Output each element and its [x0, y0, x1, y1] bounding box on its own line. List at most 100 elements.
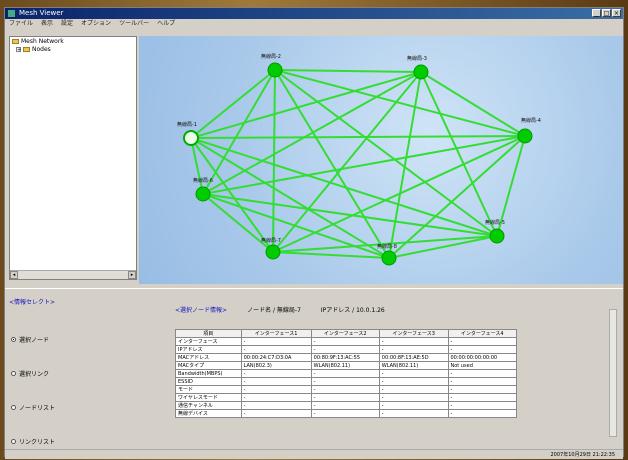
table-cell: 00:00:8F:13:AE:5D [378, 353, 449, 362]
node-label: 無線局-6 [193, 177, 213, 184]
link-edge[interactable] [274, 69, 422, 73]
radio-icon[interactable] [11, 371, 16, 376]
node-label: 無線局-8 [377, 243, 397, 250]
table-cell: - [240, 401, 312, 410]
table-cell: - [378, 401, 449, 410]
node-n1[interactable] [183, 130, 199, 146]
table-cell: - [378, 369, 449, 378]
node-label: 無線局-4 [521, 117, 541, 124]
radio-node-list[interactable]: ノードリスト [11, 403, 55, 412]
node-n2[interactable] [267, 62, 283, 78]
table-cell: Not used [447, 361, 517, 370]
table-row[interactable]: 通信チャンネル - - - - [175, 401, 517, 410]
radio-selected-node[interactable]: 選択ノード [11, 335, 49, 344]
link-edge[interactable] [190, 71, 422, 139]
table-row[interactable]: ワイヤレスモード - - - - [175, 393, 517, 402]
table-cell: - [240, 393, 312, 402]
table-cell: - [310, 345, 380, 354]
node-n8[interactable] [381, 250, 397, 266]
menu-settings[interactable]: 設定 [61, 19, 73, 29]
table-row[interactable]: インターフェース - - - - [175, 337, 517, 346]
node-label: 無線局-5 [485, 219, 505, 226]
node-n4[interactable] [517, 128, 533, 144]
table-row[interactable]: IPアドレス - - - - [175, 345, 517, 354]
tree-root[interactable]: Mesh Network [10, 37, 136, 45]
table-cell: - [310, 401, 380, 410]
menu-options[interactable]: オプション [81, 19, 111, 29]
link-edge[interactable] [388, 71, 422, 259]
table-cell: - [378, 393, 449, 402]
tree-child[interactable]: + Nodes [10, 45, 136, 53]
window-title: Mesh Viewer [19, 9, 64, 17]
node-n3[interactable] [413, 64, 429, 80]
info-section-title: <選択ノード情報> [175, 307, 228, 314]
link-edge[interactable] [274, 69, 498, 237]
tree-hscrollbar[interactable]: ◂ ▸ [10, 270, 136, 279]
table-row[interactable]: 無線デバイス - - - - [175, 409, 517, 418]
detail-panel: <情報セレクト> 選択ノード 選択リンク ノードリスト リンクリスト <選択ノー… [5, 288, 623, 459]
table-cell: - [240, 385, 312, 394]
interface-table: 項目 インターフェース1 インターフェース2 インターフェース3 インターフェース4 イ… [175, 329, 517, 418]
table-cell: - [447, 385, 517, 394]
radio-icon[interactable] [11, 405, 16, 410]
table-row[interactable]: Bandwidth(MBPS) - - - - [175, 369, 517, 378]
table-cell: 00:80:9F:13:AC:55 [310, 353, 380, 362]
node-n5[interactable] [489, 228, 505, 244]
radio-label: 選択ノード [19, 337, 50, 344]
node-n6[interactable] [195, 186, 211, 202]
title-bar[interactable]: Mesh Viewer _ □ × [5, 8, 623, 19]
table-cell: - [310, 385, 380, 394]
table-cell: - [378, 377, 449, 386]
table-header-cell: インターフェース3 [378, 329, 449, 338]
table-row[interactable]: ESSID - - - - [175, 377, 517, 386]
table-cell: 00:00:24:C7:D3:0A [240, 353, 312, 362]
menu-file[interactable]: ファイル [9, 19, 33, 29]
maximize-button[interactable]: □ [602, 9, 611, 17]
link-edge[interactable] [190, 137, 390, 259]
table-cell: - [378, 337, 449, 346]
detail-vscrollbar[interactable] [609, 309, 617, 437]
link-edge[interactable] [190, 135, 526, 139]
link-edge[interactable] [202, 135, 526, 195]
info-select-panel: <情報セレクト> 選択ノード 選択リンク ノードリスト リンクリスト [9, 297, 73, 447]
table-cell: - [310, 409, 380, 418]
close-button[interactable]: × [612, 9, 621, 17]
menu-help[interactable]: ヘルプ [157, 19, 175, 29]
table-cell: WLAN(802.11) [310, 361, 380, 370]
node-n7[interactable] [265, 244, 281, 260]
menu-bar: ファイル 表示 設定 オプション ツールバー ヘルプ [5, 19, 623, 29]
table-cell: - [240, 369, 312, 378]
radio-icon[interactable] [11, 337, 16, 342]
menu-toolbar[interactable]: ツールバー [119, 19, 149, 29]
node-name: ノード名 / 無線局-7 [247, 307, 301, 314]
node-label: 無線局-3 [407, 55, 427, 62]
tree-panel: Mesh Network + Nodes ◂ ▸ [9, 36, 137, 280]
table-cell: - [240, 377, 312, 386]
menu-view[interactable]: 表示 [41, 19, 53, 29]
table-cell: - [378, 409, 449, 418]
tree-child-label: Nodes [32, 45, 51, 53]
radio-selected-link[interactable]: 選択リンク [11, 369, 49, 378]
table-cell: - [240, 409, 312, 418]
table-cell: - [447, 337, 517, 346]
table-cell: - [240, 345, 312, 354]
link-edge[interactable] [272, 69, 276, 253]
scroll-left-icon[interactable]: ◂ [10, 271, 18, 279]
info-select-header: <情報セレクト> [9, 299, 56, 306]
link-edge[interactable] [190, 69, 276, 139]
radio-link-list[interactable]: リンクリスト [11, 437, 55, 446]
link-edge[interactable] [202, 71, 422, 195]
link-edge[interactable] [202, 193, 390, 259]
radio-label: リンクリスト [19, 439, 56, 446]
table-row[interactable]: MACアドレス 00:00:24:C7:D3:0A 00:80:9F:13:AC:5… [175, 353, 517, 362]
expand-icon[interactable]: + [16, 46, 21, 52]
table-cell: モード [175, 385, 242, 394]
network-graph[interactable]: 無線局-1 無線局-2 無線局-3 無線局-4 無線局-5 無線局-6 無線局-7 無線局-8 [139, 36, 623, 284]
table-row[interactable]: モード - - - - [175, 385, 517, 394]
tree-root-label: Mesh Network [21, 37, 64, 45]
table-row[interactable]: MACタイプ LAN(802.3) WLAN(802.11) WLAN(802.11)… [175, 361, 517, 370]
scroll-right-icon[interactable]: ▸ [128, 271, 136, 279]
radio-icon[interactable] [11, 439, 16, 444]
table-cell: - [310, 337, 380, 346]
minimize-button[interactable]: _ [592, 9, 601, 17]
